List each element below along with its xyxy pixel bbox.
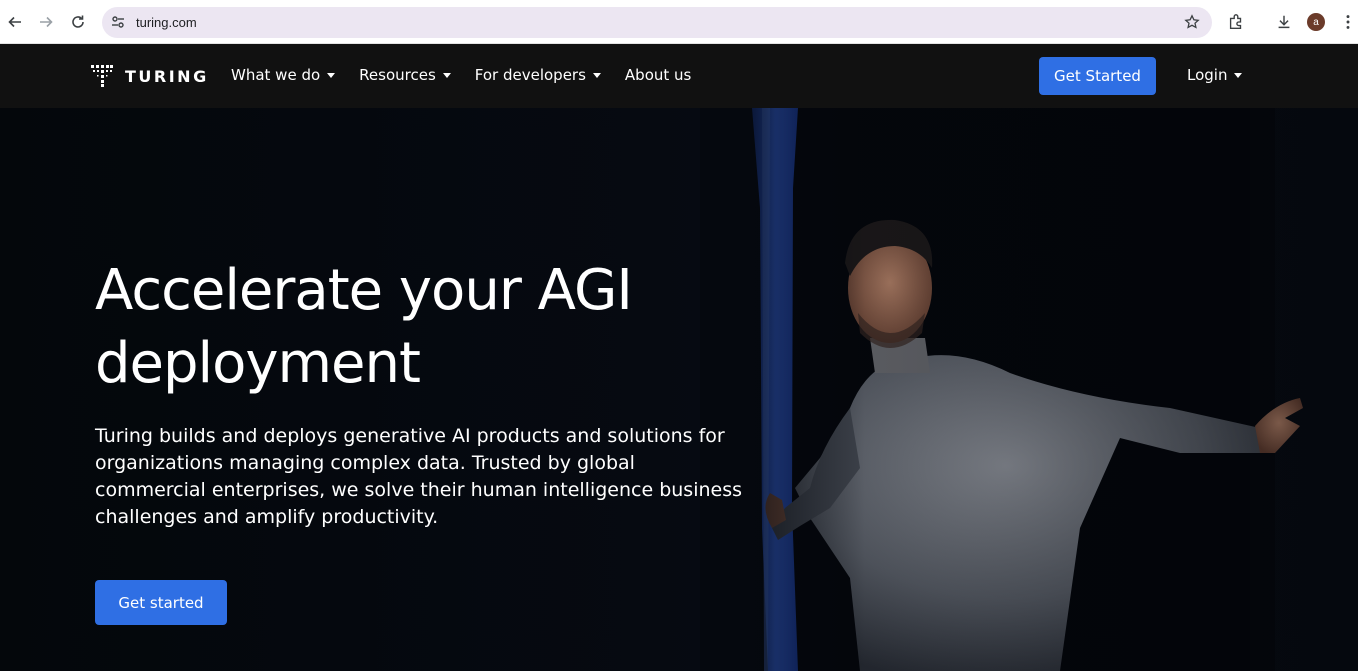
- extensions-icon[interactable]: [1226, 12, 1246, 32]
- nav-about-us[interactable]: About us: [625, 66, 691, 84]
- profile-avatar[interactable]: a: [1307, 13, 1325, 31]
- browser-toolbar: turing.com a: [0, 0, 1358, 44]
- download-icon[interactable]: [1274, 12, 1294, 32]
- reload-icon[interactable]: [66, 10, 90, 34]
- nav-label: Resources: [359, 66, 436, 84]
- nav-what-we-do[interactable]: What we do: [231, 66, 336, 84]
- get-started-header-button[interactable]: Get Started: [1039, 57, 1156, 95]
- caret-down-icon: [592, 72, 601, 78]
- menu-icon[interactable]: [1338, 12, 1358, 32]
- nav-resources[interactable]: Resources: [359, 66, 451, 84]
- nav-label: About us: [624, 66, 692, 84]
- brand-name: TURING: [125, 66, 209, 86]
- hero-title: Accelerate your AGI deployment: [95, 258, 633, 396]
- profile-initial: a: [1313, 16, 1319, 28]
- bookmark-star-icon[interactable]: [1184, 14, 1200, 30]
- nav-label: For developers: [474, 66, 586, 84]
- caret-down-icon: [1234, 72, 1243, 78]
- nav-for-developers[interactable]: For developers: [475, 66, 601, 84]
- hero-section: Accelerate your AGI deployment Turing bu…: [0, 108, 1358, 671]
- nav-label: What we do: [231, 66, 321, 84]
- hero-photo: [700, 108, 1358, 671]
- hero-description: Turing builds and deploys generative AI …: [95, 425, 743, 528]
- login-label: Login: [1187, 66, 1228, 84]
- address-bar[interactable]: turing.com: [102, 7, 1212, 38]
- get-started-hero-button[interactable]: Get started: [95, 580, 227, 625]
- turing-logo-icon: [91, 65, 113, 87]
- turing-logo[interactable]: TURING: [91, 64, 209, 88]
- back-icon[interactable]: [3, 10, 27, 34]
- main-nav: What we do Resources For developers Abou…: [231, 66, 715, 84]
- forward-icon[interactable]: [34, 10, 58, 34]
- site-header: TURING What we do Resources For develope…: [0, 44, 1358, 108]
- login-menu[interactable]: Login: [1187, 66, 1243, 84]
- site-info-icon[interactable]: [110, 14, 126, 30]
- caret-down-icon: [442, 72, 451, 78]
- url-text[interactable]: turing.com: [136, 15, 197, 30]
- caret-down-icon: [327, 72, 336, 78]
